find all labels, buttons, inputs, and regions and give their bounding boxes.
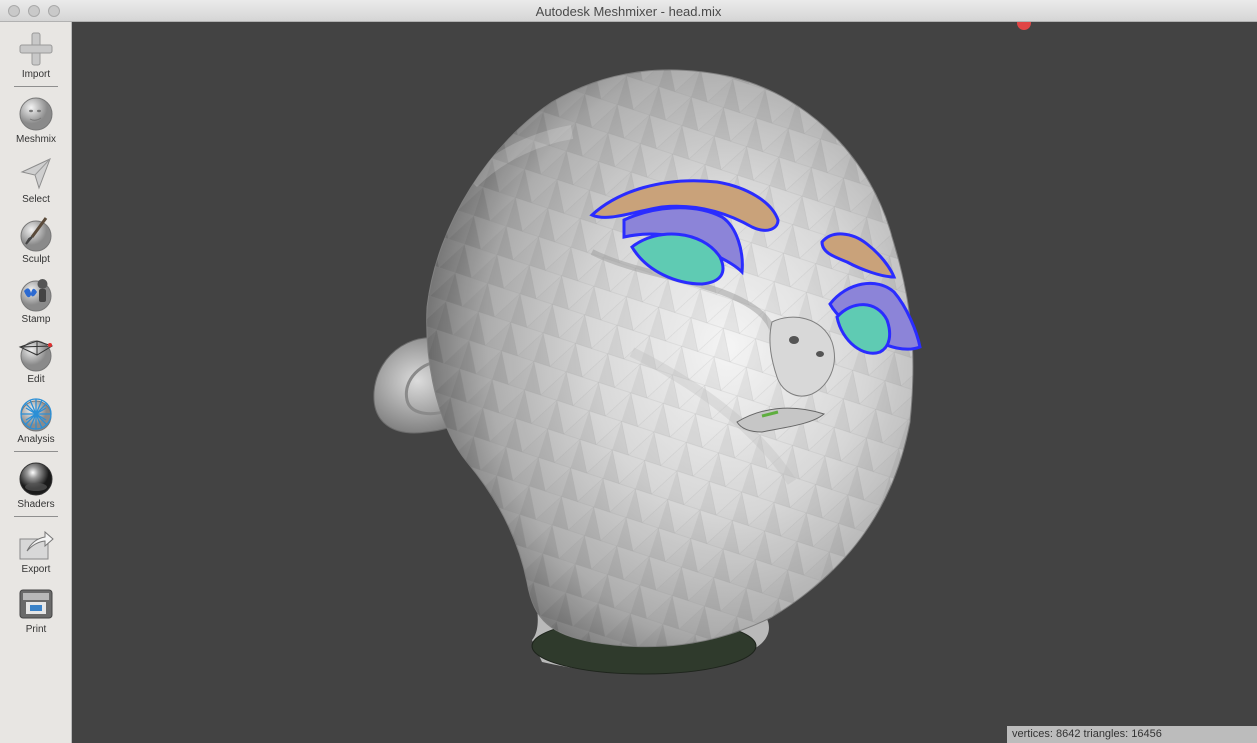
head-mesh-model[interactable] xyxy=(72,22,1257,743)
nostril-left xyxy=(789,336,799,344)
sculpt-label: Sculpt xyxy=(22,254,50,265)
meshmix-button[interactable]: Meshmix xyxy=(0,95,72,153)
export-label: Export xyxy=(21,564,51,575)
meshmix-label: Meshmix xyxy=(15,134,56,145)
stamp-button[interactable]: Stamp xyxy=(0,275,72,333)
shaders-label: Shaders xyxy=(17,499,55,510)
import-label: Import xyxy=(21,69,51,80)
export-button[interactable]: Export xyxy=(0,525,72,583)
mesh-stats-status: vertices: 8642 triangles: 16456 xyxy=(1007,726,1257,743)
stamp-icon xyxy=(20,279,52,312)
toolbar-divider xyxy=(14,451,58,452)
sculpt-button[interactable]: Sculpt xyxy=(0,215,72,273)
window-title: Autodesk Meshmixer - head.mix xyxy=(535,4,722,19)
toolbar-divider xyxy=(14,86,58,87)
print-button[interactable]: Print xyxy=(0,585,72,643)
edit-mesh-icon xyxy=(18,340,54,372)
analysis-label: Analysis xyxy=(17,434,55,445)
shaders-button[interactable]: Shaders xyxy=(0,460,72,518)
plus-icon xyxy=(19,32,53,66)
meshmix-sphere-icon xyxy=(19,97,53,131)
import-button[interactable]: Import xyxy=(0,30,72,88)
edit-label: Edit xyxy=(27,374,45,385)
select-button[interactable]: Select xyxy=(0,155,72,213)
brush-icon xyxy=(20,217,52,252)
export-icon xyxy=(19,530,54,560)
cursor-arrow-icon xyxy=(20,158,51,190)
left-toolbar: Import Meshmix Select Sculpt Stamp Edit … xyxy=(0,22,72,743)
stamp-label: Stamp xyxy=(21,314,51,325)
shader-ball-icon xyxy=(19,462,53,496)
print-label: Print xyxy=(25,624,47,635)
analysis-button[interactable]: Analysis xyxy=(0,395,72,453)
toolbar-divider xyxy=(14,516,58,517)
title-bar: Autodesk Meshmixer - head.mix xyxy=(0,0,1257,22)
analysis-mesh-icon xyxy=(20,398,52,432)
3d-viewport[interactable]: vertices: 8642 triangles: 16456 xyxy=(72,22,1257,743)
printer-icon xyxy=(19,589,53,619)
select-label: Select xyxy=(22,194,50,205)
nostril-right xyxy=(816,351,824,357)
edit-button[interactable]: Edit xyxy=(0,335,72,393)
